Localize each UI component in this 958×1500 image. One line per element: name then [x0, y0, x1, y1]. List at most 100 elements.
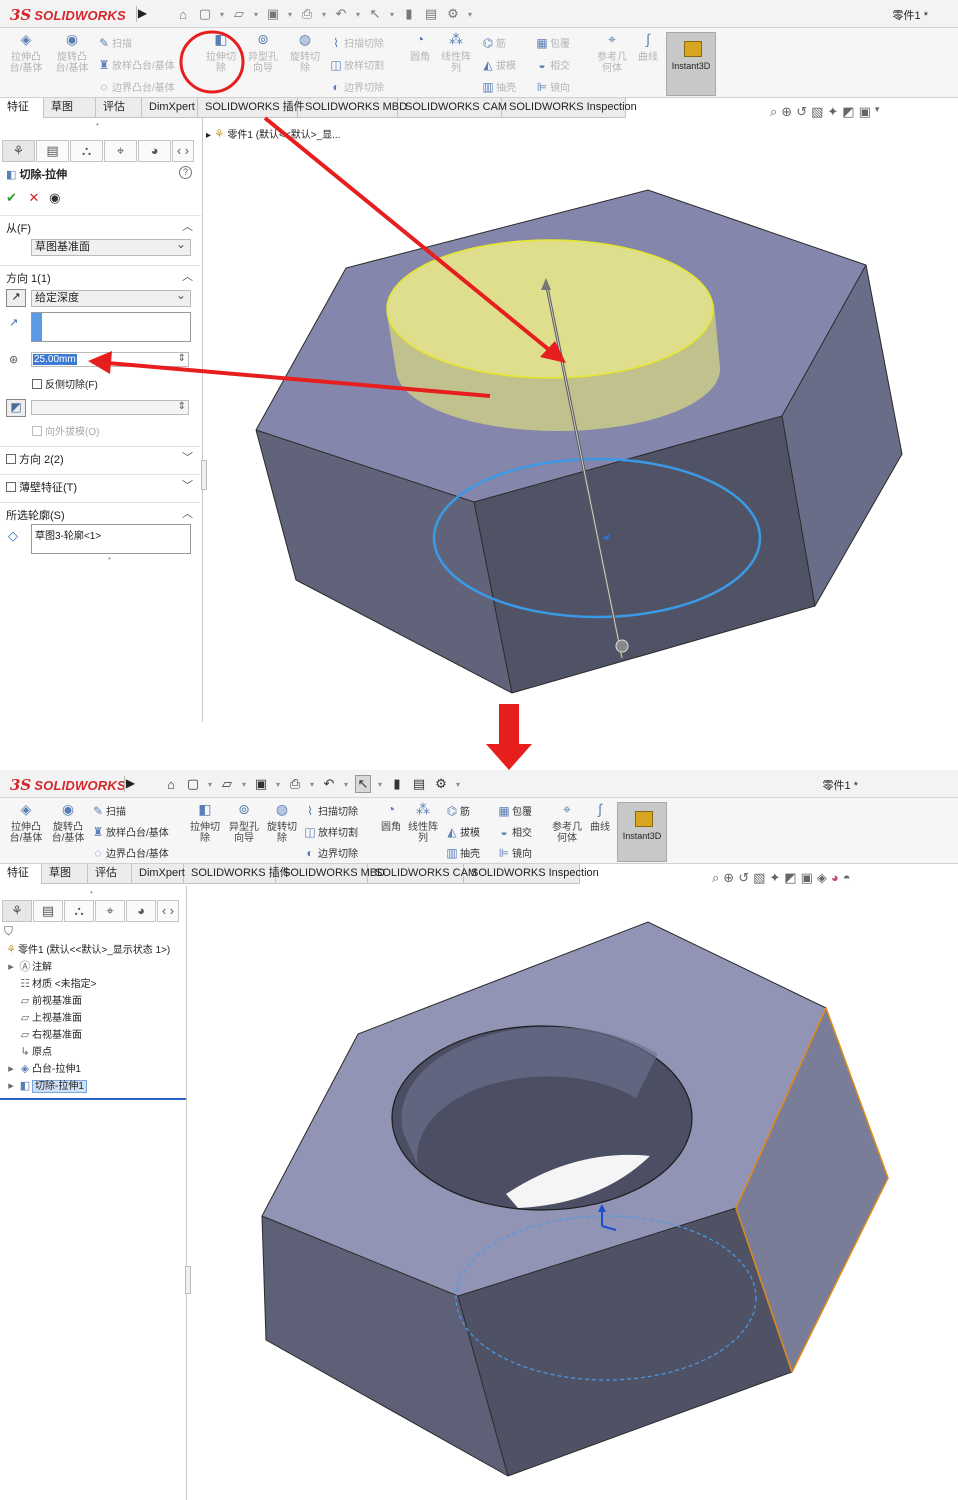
hole-wizard-button[interactable]: ⊚ 异型孔 向导 — [226, 802, 262, 844]
tab-dimxpert[interactable]: DimXpert — [142, 98, 198, 118]
open-folder-icon[interactable]: ▱ — [219, 776, 235, 792]
chevron-down-icon[interactable]: ﹀ — [182, 449, 193, 465]
tree-root[interactable]: ⚘ 零件1 (默认<<默认>_显示状态 1>) — [4, 942, 170, 958]
rib-button[interactable]: ⌬ 筋 — [480, 35, 506, 50]
chevron-up-icon[interactable]: ︿ — [182, 218, 193, 234]
print-icon[interactable]: ⎙ — [299, 6, 315, 22]
swept-cut-button[interactable]: ⌇ 扫描切除 — [302, 803, 358, 818]
extrude-cut-button[interactable]: ◧ 拉伸切 除 — [188, 802, 222, 844]
config-manager-tab-icon[interactable]: ⛬ — [70, 140, 103, 162]
tab-evaluate[interactable]: 评估 — [96, 98, 142, 118]
tree-item-right-plane[interactable]: ▱ 右视基准面 — [4, 1027, 82, 1043]
tab-addins[interactable]: SOLIDWORKS 插件 — [184, 864, 291, 884]
tab-cam[interactable]: SOLIDWORKS CAM — [398, 98, 507, 118]
wrap-button[interactable]: ▦ 包覆 — [534, 35, 570, 50]
tab-evaluate[interactable]: 评估 — [88, 864, 132, 884]
instant3d-button[interactable]: Instant3D — [666, 32, 716, 96]
intersect-button[interactable]: ◒ 相交 — [496, 824, 532, 839]
boundary-boss-button[interactable]: ◌ 边界凸台/基体 — [90, 845, 168, 860]
extrude-boss-button[interactable]: ◈ 拉伸凸 台/基体 — [8, 802, 44, 844]
fillet-button[interactable]: ◔ 圆角 — [406, 32, 434, 63]
chevron-down-icon[interactable]: ▾ — [321, 10, 327, 19]
graphics-area[interactable] — [188, 886, 958, 1500]
section-direction1[interactable]: 方向 1(1) ︿ — [0, 265, 201, 285]
checkbox-box[interactable] — [6, 454, 16, 464]
revolve-boss-button[interactable]: ◉ 旋转凸 台/基体 — [48, 802, 88, 844]
draft-outward-checkbox[interactable]: 向外拔模(O) — [32, 423, 99, 438]
hole-wizard-button[interactable]: ⊚ 异型孔 向导 — [244, 32, 282, 74]
tree-item-material[interactable]: ☷ 材质 <未指定> — [4, 976, 96, 992]
sweep-button[interactable]: ✎ 扫描 — [90, 803, 126, 818]
tree-item-top-plane[interactable]: ▱ 上视基准面 — [4, 1010, 82, 1026]
options-gear-icon[interactable]: ⚙ — [433, 776, 449, 792]
mirror-button[interactable]: ⊫ 镜向 — [496, 845, 532, 860]
chevron-down-icon[interactable]: ▾ — [275, 780, 281, 789]
filter-icon[interactable]: ⛉ — [4, 924, 13, 939]
rollback-bar[interactable] — [0, 1098, 186, 1100]
swept-cut-button[interactable]: ⌇ 扫描切除 — [328, 35, 384, 50]
revolve-boss-button[interactable]: ◉ 旋转凸 台/基体 — [52, 32, 92, 74]
direction-vector-field[interactable] — [31, 312, 191, 342]
chevron-up-icon[interactable]: ︿ — [182, 505, 193, 521]
ok-check-icon[interactable]: ✔ — [6, 190, 17, 205]
resize-grip-icon[interactable]: • — [108, 554, 111, 563]
lofted-cut-button[interactable]: ◫ 放样切割 — [328, 57, 384, 72]
dimxpert-manager-tab-icon[interactable]: ⌖ — [95, 900, 125, 922]
tree-item-front-plane[interactable]: ▱ 前视基准面 — [4, 993, 82, 1009]
mirror-button[interactable]: ⊫ 镜向 — [534, 79, 570, 94]
chevron-down-icon[interactable]: ▾ — [467, 10, 473, 19]
draft-button[interactable]: ◭ 拔模 — [444, 824, 480, 839]
display-manager-tab-icon[interactable]: ◕ — [138, 140, 171, 162]
chevron-down-icon[interactable]: ▾ — [219, 10, 225, 19]
instant3d-button[interactable]: Instant3D — [617, 802, 667, 862]
print-icon[interactable]: ⎙ — [287, 776, 303, 792]
chevron-down-icon[interactable]: ▾ — [455, 780, 461, 789]
chevron-down-icon[interactable]: ▾ — [241, 780, 247, 789]
property-manager-tab-icon[interactable]: ▤ — [33, 900, 63, 922]
rib-button[interactable]: ⌬ 筋 — [444, 803, 470, 818]
chevron-down-icon[interactable]: ▾ — [355, 10, 361, 19]
curves-button[interactable]: ∫ 曲线 — [634, 32, 662, 63]
chevron-down-icon[interactable]: ﹀ — [182, 477, 193, 493]
thin-feature-checkbox[interactable]: 薄壁特征(T) — [6, 479, 77, 495]
save-icon[interactable]: ▣ — [265, 6, 281, 22]
wrap-button[interactable]: ▦ 包覆 — [496, 803, 532, 818]
tab-inspection[interactable]: SOLIDWORKS Inspection — [502, 98, 637, 118]
panel-grip-icon[interactable]: • — [90, 888, 93, 897]
flip-side-checkbox[interactable]: 反侧切除(F) — [32, 376, 98, 391]
chevron-down-icon[interactable]: ▾ — [207, 780, 213, 789]
tab-sketch[interactable]: 草图 — [42, 864, 88, 884]
chevron-down-icon[interactable]: ▾ — [389, 10, 395, 19]
reverse-direction-icon[interactable]: ↗ — [6, 289, 26, 307]
section-thin-feature[interactable]: 薄壁特征(T) ﹀ — [0, 474, 201, 494]
draft-toggle-icon[interactable]: ◩ — [6, 399, 26, 417]
checkbox-box[interactable] — [32, 426, 42, 436]
tab-cam[interactable]: SOLIDWORKS CAM — [368, 864, 477, 884]
graphics-area[interactable] — [204, 118, 958, 722]
from-select[interactable]: 草图基准面 — [31, 237, 191, 256]
direction2-checkbox[interactable]: 方向 2(2) — [6, 451, 64, 467]
section-selected-contours[interactable]: 所选轮廓(S) ︿ — [0, 502, 201, 522]
curves-button[interactable]: ∫ 曲线 — [586, 802, 614, 833]
cancel-x-icon[interactable]: ✕ — [29, 190, 40, 205]
home-icon[interactable]: ⌂ — [163, 777, 179, 792]
new-document-icon[interactable]: ▢ — [197, 6, 213, 22]
linear-pattern-button[interactable]: ⁂ 线性阵 列 — [438, 32, 474, 74]
options-gear-icon[interactable]: ⚙ — [445, 6, 461, 22]
chevron-down-icon[interactable]: ▾ — [377, 780, 383, 789]
section-from[interactable]: 从(F) ︿ — [0, 215, 201, 235]
config-manager-tab-icon[interactable]: ⛬ — [64, 900, 94, 922]
ref-geometry-button[interactable]: ⌖ 参考几 何体 — [550, 802, 584, 844]
sweep-button[interactable]: ✎ 扫描 — [96, 35, 132, 50]
drag-handle-icon[interactable] — [615, 639, 629, 653]
fillet-button[interactable]: ◔ 圆角 — [378, 802, 404, 833]
revolve-cut-button[interactable]: ◍ 旋转切 除 — [264, 802, 300, 844]
shell-button[interactable]: ▥ 抽壳 — [444, 845, 480, 860]
boundary-boss-button[interactable]: ◌ 边界凸台/基体 — [96, 79, 174, 94]
intersect-button[interactable]: ◒ 相交 — [534, 57, 570, 72]
chevron-down-icon[interactable]: ▾ — [253, 10, 259, 19]
loft-boss-button[interactable]: ♜ 放样凸台/基体 — [96, 57, 175, 72]
boundary-cut-button[interactable]: ◐ 边界切除 — [328, 79, 384, 94]
tree-item-origin[interactable]: ↳ 原点 — [4, 1044, 52, 1060]
new-document-icon[interactable]: ▢ — [185, 776, 201, 792]
